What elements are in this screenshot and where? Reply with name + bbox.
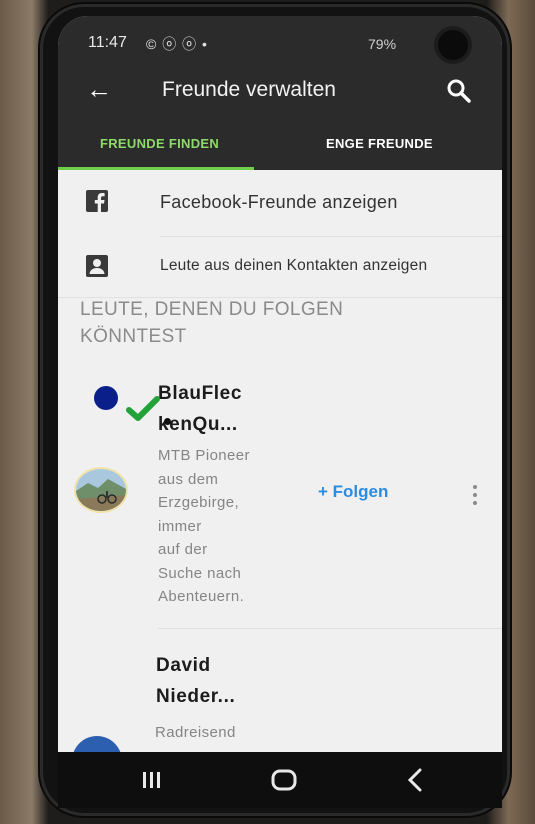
back-nav-icon[interactable] <box>398 762 434 798</box>
overlay-blue-dot <box>94 386 118 410</box>
page-title: Freunde verwalten <box>162 78 336 101</box>
user-bio: Radreisend <box>155 721 236 745</box>
bio-line: Abenteuern. <box>158 588 245 605</box>
user-name[interactable]: BlauFlec kenQu... <box>158 378 242 440</box>
navigation-bar <box>58 752 502 808</box>
bio-line: Suche nach <box>158 564 242 582</box>
follow-button[interactable]: + Folgen <box>318 482 388 502</box>
notification-icons: © ⓞ ⓞ • <box>146 36 208 52</box>
option-contacts[interactable]: Leute aus deinen Kontakten anzeigen <box>58 237 502 297</box>
recent-apps-icon[interactable] <box>134 762 170 798</box>
tab-freunde-finden[interactable]: FREUNDE FINDEN <box>100 136 219 151</box>
app-bar: ← Freunde verwalten <box>58 68 502 118</box>
battery-indicator: 79% <box>368 36 397 52</box>
bio-line: Radreisend <box>155 724 236 741</box>
user-name-line: Nieder... <box>156 686 236 707</box>
contact-icon <box>86 255 108 277</box>
user-name-line: David <box>156 655 211 676</box>
arrow-left-icon[interactable]: ← <box>86 74 112 104</box>
user-name-line: kenQu... <box>158 414 238 435</box>
bio-line: aus dem <box>158 470 219 488</box>
more-vert-icon[interactable] <box>472 484 478 506</box>
tab-bar: FREUNDE FINDEN ENGE FREUNDE <box>58 118 502 170</box>
section-title: LEUTE, DENEN DU FOLGEN KÖNNTEST <box>80 299 344 347</box>
search-icon[interactable] <box>446 78 472 104</box>
tab-enge-freunde[interactable]: ENGE FREUNDE <box>326 136 433 151</box>
status-time: 11:47 <box>88 34 127 51</box>
checkmark-icon <box>126 396 160 421</box>
option-label: Leute aus deinen Kontakten anzeigen <box>160 257 428 274</box>
cursor-dot <box>164 418 171 425</box>
bio-line: MTB Pioneer <box>158 447 250 464</box>
bio-line: auf der <box>158 541 208 558</box>
option-label: Facebook-Freunde anzeigen <box>160 192 398 212</box>
home-icon[interactable] <box>266 762 302 798</box>
user-name[interactable]: David Nieder... <box>156 650 235 712</box>
user-bio: MTB Pioneer aus dem Erzgebirge, immer au… <box>158 444 250 609</box>
facebook-icon <box>86 190 108 212</box>
bio-line: Erzgebirge, <box>158 494 240 511</box>
user-name-line: BlauFlec <box>158 383 242 404</box>
option-facebook-friends[interactable]: Facebook-Freunde anzeigen <box>58 170 502 236</box>
divider <box>158 628 502 629</box>
status-bar: 11:47 © ⓞ ⓞ • 79% <box>58 16 502 68</box>
front-camera <box>438 30 468 60</box>
app-screen: 11:47 © ⓞ ⓞ • 79% ← Freunde verwalten FR… <box>58 16 502 760</box>
avatar-photo <box>76 469 126 511</box>
avatar[interactable] <box>76 469 126 511</box>
bio-line: immer <box>158 517 202 535</box>
